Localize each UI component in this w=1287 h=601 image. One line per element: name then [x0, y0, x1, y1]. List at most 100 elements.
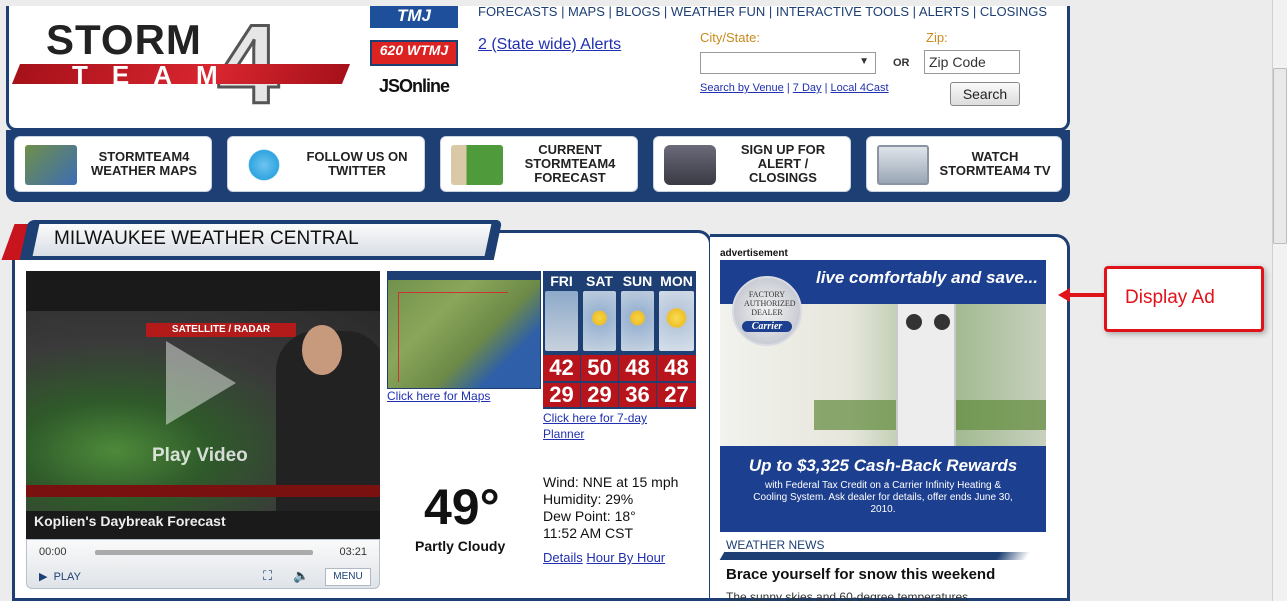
advertisement-label: advertisement	[720, 248, 788, 259]
forecast-low: 27	[657, 383, 696, 407]
partly-cloudy-icon	[621, 291, 654, 351]
forecast-high: 50	[581, 355, 618, 381]
forecast-day-name: MON	[660, 273, 693, 289]
promo-label: SIGN UP FOR ALERT / CLOSINGS	[740, 142, 826, 185]
play-button-label: PLAY	[53, 571, 81, 583]
menu-button[interactable]: MENU	[325, 568, 371, 586]
humidity-reading: Humidity: 29%	[543, 491, 634, 507]
sunny-icon	[659, 291, 694, 351]
promo-watch-tv[interactable]: WATCH STORMTEAM4 TV	[866, 136, 1062, 192]
weather-map-icon	[25, 145, 77, 185]
620-wtmj-logo[interactable]: 620 WTMJ	[370, 40, 458, 66]
city-state-label: City/State:	[700, 30, 760, 45]
search-button[interactable]: Search	[950, 82, 1020, 106]
fullscreen-icon[interactable]: ⛶	[263, 568, 272, 584]
news-headline-link[interactable]: Brace yourself for snow this weekend	[726, 566, 995, 583]
current-condition: Partly Cloudy	[415, 538, 506, 554]
dealer-seal-logo: FACTORY AUTHORIZED DEALER Carrier	[732, 276, 802, 346]
local-4cast-link[interactable]: Local 4Cast	[831, 82, 889, 94]
radar-map-thumbnail[interactable]	[387, 271, 541, 389]
search-by-venue-link[interactable]: Search by Venue	[700, 82, 784, 94]
logo-word-team: TEAM	[72, 60, 242, 90]
current-temperature: 49°	[424, 479, 500, 535]
forecast-day: FRI 42 29	[543, 271, 580, 409]
stormteam4-logo[interactable]: 4 STORM TEAM	[11, 1, 352, 129]
top-nav[interactable]: FORECASTS | MAPS | BLOGS | WEATHER FUN |…	[478, 4, 1047, 19]
maps-link[interactable]: Click here for Maps	[387, 389, 490, 403]
video-presenter-face	[302, 325, 342, 375]
video-overlay-tag: SATELLITE / RADAR	[146, 323, 296, 337]
dealer-seal-text: FACTORY AUTHORIZED DEALER	[744, 290, 796, 317]
dew-point-reading: Dew Point: 18°	[543, 508, 636, 524]
weather-news-divider	[719, 552, 1031, 560]
forecast-day-name: SUN	[622, 273, 653, 289]
details-link[interactable]: Details	[543, 550, 583, 565]
display-ad-callout: Display Ad	[1104, 266, 1264, 332]
scrollbar-thumb[interactable]	[1273, 68, 1287, 244]
twitter-bird-icon	[238, 145, 290, 185]
promo-alert-signup[interactable]: SIGN UP FOR ALERT / CLOSINGS	[653, 136, 851, 192]
video-time-elapsed: 00:00	[39, 546, 67, 558]
video-title: Koplien's Daybreak Forecast	[34, 513, 226, 529]
promo-strip: STORMTEAM4 WEATHER MAPS FOLLOW US ON TWI…	[6, 130, 1070, 202]
promo-label: WATCH STORMTEAM4 TV	[939, 149, 1051, 178]
video-player[interactable]: SATELLITE / RADAR Play Video Koplien's D…	[26, 271, 380, 539]
city-state-select[interactable]: ▼	[700, 52, 876, 74]
play-video-icon[interactable]	[166, 341, 236, 425]
callout-line	[1068, 293, 1104, 297]
ad-photo-handle	[906, 314, 922, 330]
forecast-day: MON 48 27	[657, 271, 696, 409]
forecast-strip[interactable]: FRI 42 29 SAT 50 29 SUN 48 36 MON 48 27	[543, 271, 696, 409]
hour-by-hour-link[interactable]: Hour By Hour	[586, 550, 665, 565]
play-video-label[interactable]: Play Video	[152, 445, 248, 467]
cloudy-icon	[545, 291, 578, 351]
play-button[interactable]: ▶ PLAY	[39, 570, 81, 583]
ad-offer: Up to $3,325 Cash-Back Rewards	[748, 456, 1018, 475]
weather-central-tab: MILWAUKEE WEATHER CENTRAL	[1, 218, 503, 262]
radar-map-header	[388, 272, 540, 280]
forecast-day: SAT 50 29	[581, 271, 618, 409]
forecast-high: 48	[619, 355, 656, 381]
carrier-logo: Carrier	[742, 321, 792, 332]
search-sublinks: Search by Venue | 7 Day | Local 4Cast	[700, 82, 889, 94]
zip-code-input[interactable]: Zip Code	[924, 50, 1020, 74]
sublink-separator: |	[783, 82, 793, 94]
video-time-total: 03:21	[339, 546, 367, 558]
seven-day-planner-link[interactable]: Click here for 7-day Planner	[543, 410, 683, 442]
wind-reading: Wind: NNE at 15 mph	[543, 474, 679, 490]
promo-weather-maps[interactable]: STORMTEAM4 WEATHER MAPS	[14, 136, 212, 192]
video-ticker	[26, 485, 380, 497]
or-label: OR	[893, 57, 910, 69]
volume-icon[interactable]: 🔈	[293, 568, 309, 584]
sms-phone-icon	[664, 145, 716, 185]
forecast-day-name: SAT	[586, 273, 613, 289]
jsonline-logo[interactable]: JSOnline	[370, 76, 458, 102]
ad-fine-print: with Federal Tax Credit on a Carrier Inf…	[753, 480, 1013, 515]
section-title: MILWAUKEE WEATHER CENTRAL	[54, 228, 359, 249]
tmj-logo[interactable]: TMJ	[370, 6, 458, 28]
radar-map-borders	[398, 292, 508, 382]
weather-news-label: WEATHER NEWS	[726, 538, 825, 552]
promo-current-forecast[interactable]: CURRENT STORMTEAM4 FORECAST	[440, 136, 638, 192]
forecast-high: 48	[657, 355, 696, 381]
alerts-link[interactable]: 2 (State wide) Alerts	[478, 36, 621, 54]
sublink-separator: |	[821, 82, 831, 94]
partly-cloudy-icon	[583, 291, 616, 351]
forecast-day-name: FRI	[550, 273, 573, 289]
video-scrubber[interactable]	[95, 550, 313, 555]
thermometer-map-icon	[451, 145, 503, 185]
ad-photo-handle	[934, 314, 950, 330]
observation-time: 11:52 AM CST	[543, 525, 634, 541]
seven-day-link[interactable]: 7 Day	[793, 82, 822, 94]
news-teaser: The sunny skies and 60-degree temperatur…	[726, 590, 969, 601]
callout-label: Display Ad	[1125, 287, 1215, 308]
forecast-low: 29	[543, 383, 580, 407]
video-controls: 00:00 03:21 ▶ PLAY ⛶ 🔈 MENU	[26, 539, 380, 589]
forecast-low: 29	[581, 383, 618, 407]
promo-twitter[interactable]: FOLLOW US ON TWITTER	[227, 136, 425, 192]
display-ad[interactable]: live comfortably and save... FACTORY AUT…	[720, 260, 1046, 532]
promo-label: STORMTEAM4 WEATHER MAPS	[91, 149, 197, 178]
current-conditions-list: Wind: NNE at 15 mph Humidity: 29% Dew Po…	[543, 474, 678, 542]
promo-label: FOLLOW US ON TWITTER	[306, 149, 408, 178]
zip-label: Zip:	[926, 30, 948, 45]
